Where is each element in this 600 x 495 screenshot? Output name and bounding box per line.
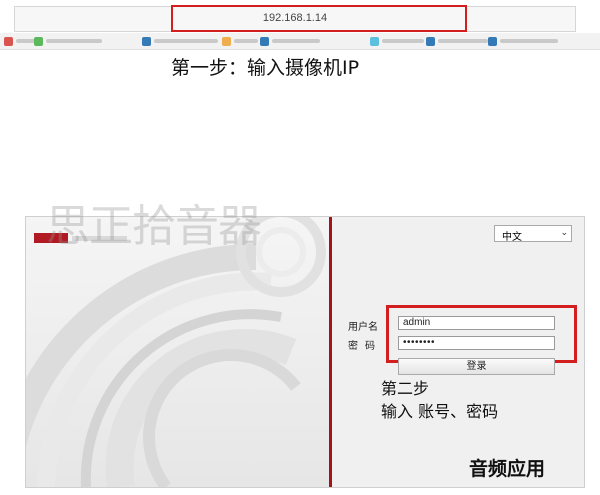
chevron-down-icon: ⌄ [560,227,568,237]
bookmark-favicon-icon [4,36,13,46]
bookmark-label [500,39,558,43]
step2-description: 输入 账号、密码 [381,402,499,421]
watermark-bottom: 音频应用 [469,458,546,480]
bookmark-item[interactable] [34,36,102,46]
circular-graphic [26,217,326,487]
login-button[interactable]: 登录 [398,358,555,375]
bookmark-item[interactable] [142,36,218,46]
bookmark-item[interactable] [370,36,424,46]
url-highlight-box [171,5,467,32]
bookmark-label [382,39,424,43]
bookmark-label [154,39,218,43]
language-select[interactable]: 中文 ⌄ [494,225,572,243]
bookmark-favicon-icon [222,36,231,46]
language-value: 中文 [502,232,522,243]
bookmark-favicon-icon [260,36,269,46]
bookmark-favicon-icon [426,36,435,46]
bookmark-label [234,39,258,43]
step1-annotation: 第一步：输入摄像机IP [171,57,360,79]
bookmark-item[interactable] [488,36,558,46]
login-background-art [26,217,329,487]
bookmark-item[interactable] [426,36,488,46]
bookmarks-bar [0,33,600,50]
bookmark-favicon-icon [34,36,43,46]
username-label: 用户名 [348,322,378,333]
bookmark-favicon-icon [488,36,497,46]
step2-title: 第二步 [381,379,430,398]
bookmark-favicon-icon [142,36,151,46]
bookmark-favicon-icon [370,36,379,46]
panel-divider [329,217,332,487]
step2-annotation: 第二步 输入 账号、密码 [381,377,498,423]
password-label: 密码 [348,341,382,352]
credentials-highlight-box [386,305,577,363]
bookmark-label [272,39,320,43]
bookmark-label [438,39,488,43]
bookmark-item[interactable] [222,36,258,46]
bookmark-label [46,39,102,43]
bookmark-item[interactable] [260,36,320,46]
watermark-top: 思正拾音器 [46,201,262,252]
login-panel: 中文 ⌄ 用户名 admin 密码 •••••••• 登录 第二步 输入 账号、… [25,201,585,488]
